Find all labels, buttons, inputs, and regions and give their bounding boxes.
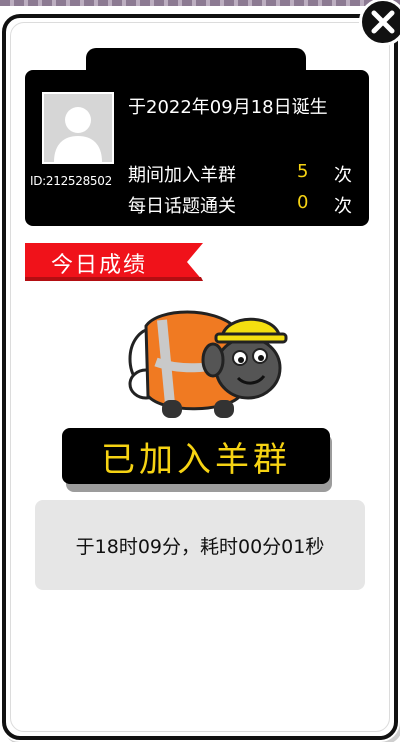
stat-row-daily-topic: 每日话题通关 0 次 (128, 192, 360, 217)
completion-time-text: 于18时09分，耗时00分01秒 (75, 535, 325, 558)
person-avatar-icon (54, 107, 102, 162)
top-border-strip (0, 0, 400, 6)
result-screen: ID:212528502 于2022年09月18日诞生 期间加入羊群 5 次 每… (0, 0, 400, 742)
joined-flock-label: 已加入羊群 (101, 439, 291, 480)
ribbon-label: 今日成绩 (51, 253, 148, 278)
stat-value: 5 (297, 161, 309, 182)
avatar (42, 92, 114, 164)
stat-label: 每日话题通关 (128, 196, 236, 217)
completion-time-box: 于18时09分，耗时00分01秒 (35, 500, 365, 590)
close-icon (371, 10, 395, 34)
stat-unit: 次 (334, 165, 352, 186)
stat-value: 0 (297, 192, 309, 213)
stat-unit: 次 (334, 196, 352, 217)
user-id: ID:212528502 (30, 174, 112, 188)
stat-row-joined-flock: 期间加入羊群 5 次 (128, 161, 360, 186)
joined-flock-badge: 已加入羊群 (62, 428, 330, 484)
stat-label: 期间加入羊群 (128, 165, 236, 186)
sheep-with-hardhat-icon (128, 310, 288, 418)
birth-date-text: 于2022年09月18日诞生 (128, 97, 328, 118)
today-score-ribbon: 今日成绩 (25, 241, 203, 281)
